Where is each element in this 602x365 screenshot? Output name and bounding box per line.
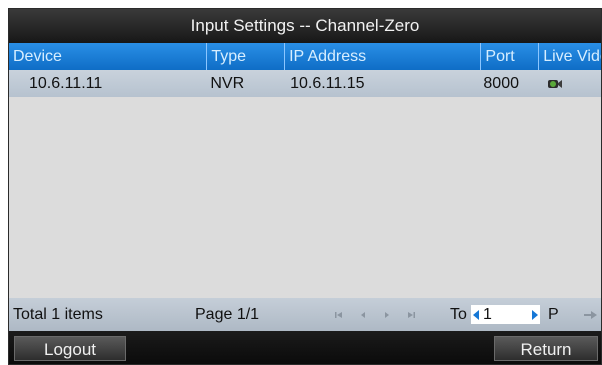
cell-live-video bbox=[539, 70, 601, 97]
increment-arrow-icon[interactable] bbox=[530, 305, 540, 324]
column-header-device[interactable]: Device bbox=[9, 43, 208, 70]
goto-label: To bbox=[450, 305, 467, 323]
logout-button[interactable]: Logout bbox=[14, 336, 126, 361]
page-suffix: P bbox=[548, 305, 559, 323]
cell-type: NVR bbox=[210, 75, 245, 92]
table-header: Device Type IP Address Port Live Video bbox=[9, 43, 601, 70]
next-page-icon[interactable] bbox=[381, 309, 393, 321]
device-list: 10.6.11.11 NVR 10.6.11.15 8000 bbox=[9, 70, 601, 298]
input-settings-dialog: Input Settings -- Channel-Zero Device Ty… bbox=[8, 8, 602, 365]
column-header-port[interactable]: Port bbox=[481, 43, 540, 70]
cell-port: 8000 bbox=[483, 75, 519, 92]
return-button[interactable]: Return bbox=[494, 336, 598, 361]
pagination-bar: Total 1 items Page 1/1 To 1 P bbox=[9, 298, 601, 331]
column-header-ip-address[interactable]: IP Address bbox=[285, 43, 482, 70]
total-items: Total 1 items bbox=[13, 305, 103, 323]
first-page-icon[interactable] bbox=[333, 309, 345, 321]
previous-page-icon[interactable] bbox=[357, 309, 369, 321]
page-number-stepper[interactable]: 1 bbox=[471, 305, 540, 324]
screen: Input Settings -- Channel-Zero Device Ty… bbox=[0, 0, 602, 365]
column-header-live-video[interactable]: Live Video bbox=[539, 43, 601, 70]
dialog-title-text: Input Settings -- Channel-Zero bbox=[190, 16, 420, 35]
decrement-arrow-icon[interactable] bbox=[471, 305, 481, 324]
page-indicator: Page 1/1 bbox=[195, 305, 260, 323]
column-header-type[interactable]: Type bbox=[207, 43, 286, 70]
dialog-title: Input Settings -- Channel-Zero bbox=[9, 9, 601, 43]
last-page-icon[interactable] bbox=[405, 309, 417, 321]
go-arrow-icon[interactable] bbox=[583, 309, 599, 321]
cell-ip-address: 10.6.11.15 bbox=[290, 75, 365, 92]
table-row[interactable]: 10.6.11.11 NVR 10.6.11.15 8000 bbox=[9, 70, 601, 97]
page-number-input[interactable]: 1 bbox=[481, 305, 530, 324]
cell-device: 10.6.11.11 bbox=[29, 75, 103, 92]
bottom-toolbar: Logout Return bbox=[9, 331, 601, 364]
camera-icon[interactable] bbox=[547, 78, 563, 90]
